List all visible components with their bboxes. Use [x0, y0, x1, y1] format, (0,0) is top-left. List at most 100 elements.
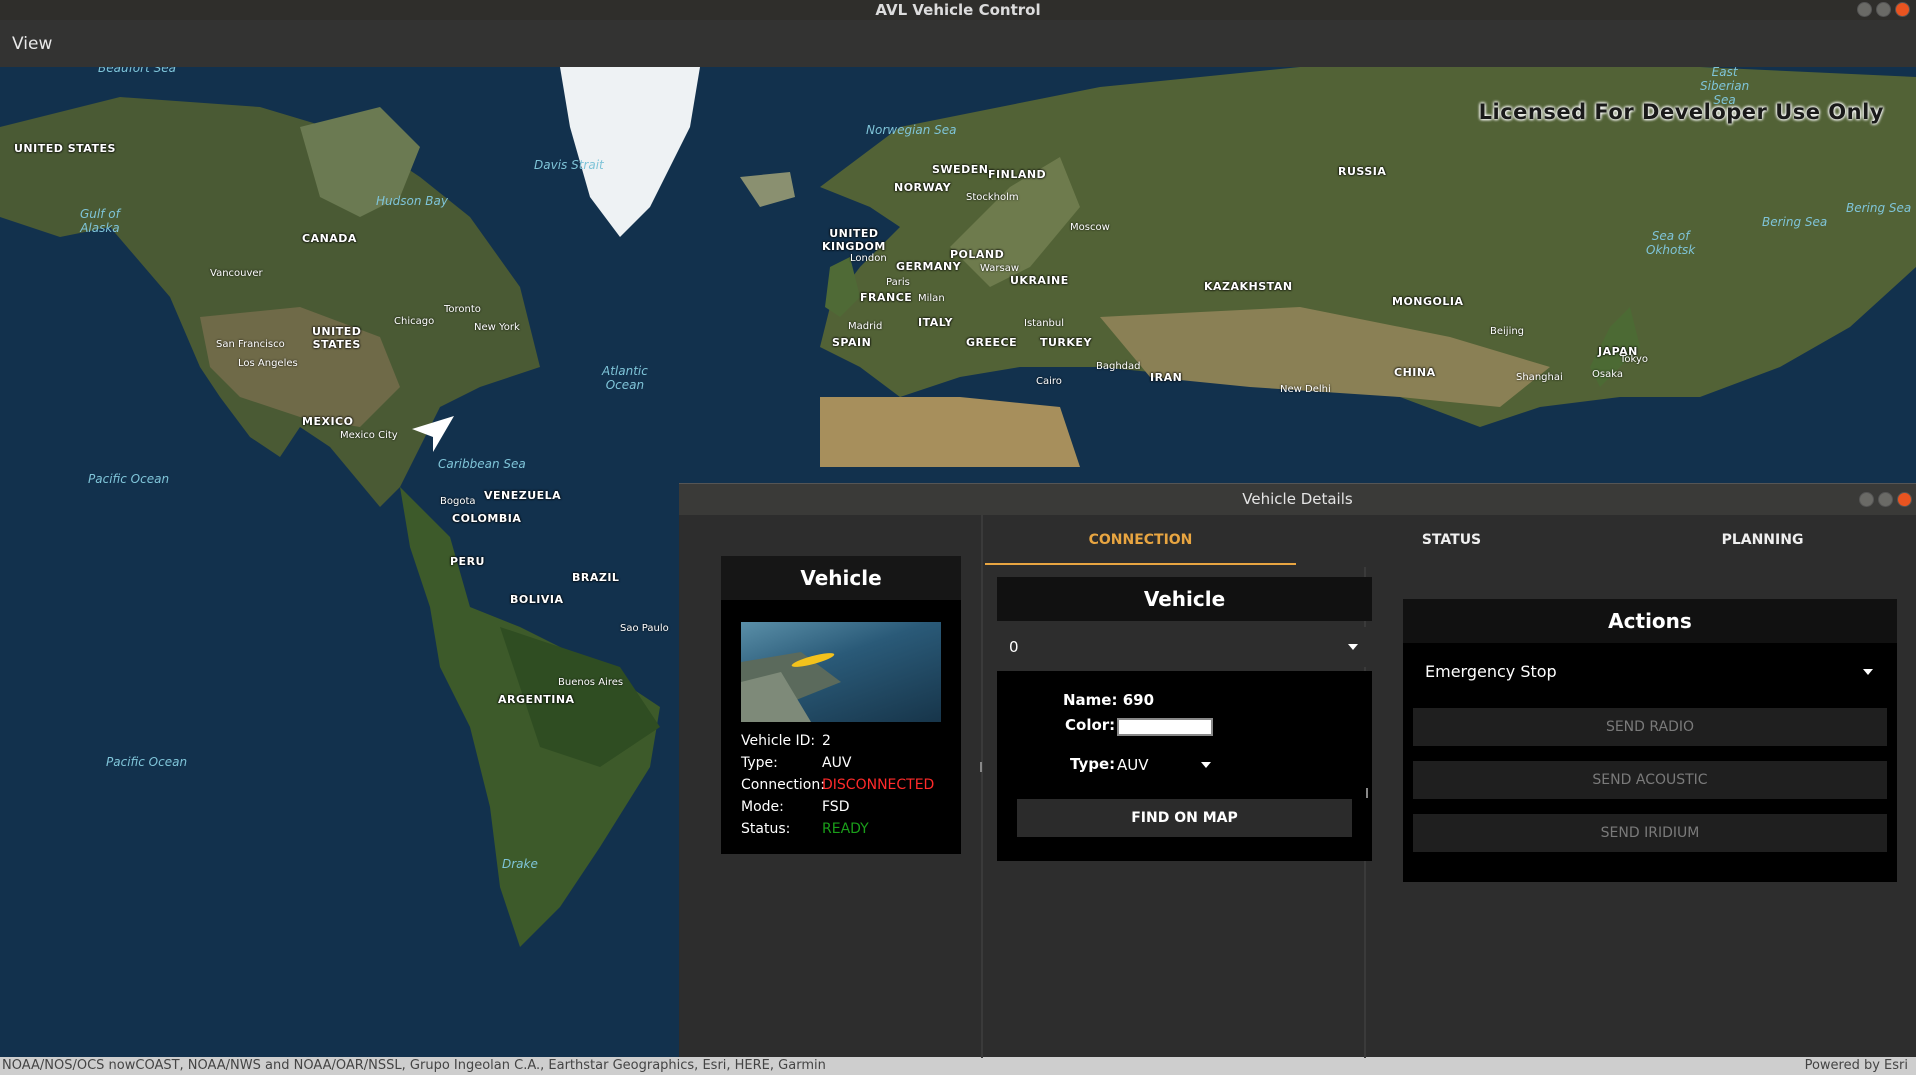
city-label: Madrid — [848, 321, 883, 332]
ocean-label: Pacific Ocean — [106, 755, 188, 769]
find-on-map-button[interactable]: FIND ON MAP — [1017, 799, 1352, 837]
country-label: MONGOLIA — [1392, 295, 1464, 308]
vehicle-photo — [741, 622, 941, 722]
color-label: Color: — [1065, 716, 1116, 734]
minimize-icon[interactable] — [1857, 2, 1872, 17]
name-row: Name: 690 — [1063, 691, 1154, 709]
ocean-label: Atlantic Ocean — [602, 364, 648, 392]
send-radio-button[interactable]: SEND RADIO — [1413, 708, 1887, 746]
vehicle-card-heading: Vehicle — [721, 556, 961, 600]
vehicle-status-row: Status: READY — [741, 818, 934, 840]
splitter-handle[interactable] — [980, 762, 982, 772]
close-icon[interactable] — [1897, 492, 1912, 507]
maximize-icon[interactable] — [1876, 2, 1891, 17]
city-label: Bogota — [440, 496, 476, 507]
close-icon[interactable] — [1895, 2, 1910, 17]
chevron-down-icon — [1863, 669, 1873, 675]
country-label: UKRAINE — [1010, 274, 1069, 287]
city-label: London — [850, 253, 887, 264]
menu-bar: View — [0, 20, 1916, 67]
tab-status[interactable]: STATUS — [1296, 515, 1607, 565]
ocean-label: Beaufort Sea — [98, 67, 176, 75]
country-label: BOLIVIA — [510, 593, 564, 606]
country-label: COLOMBIA — [452, 512, 522, 525]
country-label: NORWAY — [894, 181, 952, 194]
city-label: Baghdad — [1096, 361, 1141, 372]
city-label: Sao Paulo — [620, 623, 669, 634]
country-label: VENEZUELA — [484, 489, 562, 502]
window-titlebar: AVL Vehicle Control — [0, 0, 1916, 20]
vehicle-type-value: AUV — [822, 755, 852, 771]
country-label: UNITED STATES — [312, 325, 362, 351]
chevron-down-icon — [1201, 762, 1211, 768]
city-label: Warsaw — [980, 263, 1020, 274]
country-label: BRAZIL — [572, 571, 620, 584]
details-tabs: CONNECTION STATUS PLANNING — [985, 515, 1916, 567]
vehicle-config-card: Name: 690 Color: Type: AUV FIND ON MAP — [997, 671, 1372, 861]
country-label: TURKEY — [1040, 336, 1092, 349]
vehicle-select-value: 0 — [1009, 638, 1019, 656]
country-label: UNITED KINGDOM — [822, 227, 886, 253]
vehicle-select[interactable]: 0 — [997, 627, 1372, 667]
country-label: FINLAND — [988, 168, 1047, 181]
ocean-label: Bering Sea — [1846, 201, 1912, 215]
city-label: New Delhi — [1280, 384, 1331, 395]
vehicle-details-dialog: Vehicle Details Vehicle Vehicle ID: 2 Ty… — [679, 483, 1916, 1058]
type-label: Type: — [1070, 755, 1116, 773]
vehicle-id-value: 2 — [822, 733, 831, 749]
powered-by-link[interactable]: Powered by Esri — [1805, 1057, 1908, 1075]
ocean-label: Pacific Ocean — [88, 472, 170, 486]
type-select[interactable]: AUV — [1117, 751, 1227, 779]
country-label: UNITED STATES — [14, 142, 116, 155]
action-select[interactable]: Emergency Stop — [1413, 648, 1887, 696]
vehicle-type-label: Type: — [741, 755, 778, 771]
send-acoustic-button[interactable]: SEND ACOUSTIC — [1413, 761, 1887, 799]
country-label: ARGENTINA — [498, 693, 575, 706]
vehicle-marker-icon[interactable] — [408, 412, 458, 462]
chevron-down-icon — [1348, 644, 1358, 650]
city-label: Los Angeles — [238, 358, 298, 369]
action-select-value: Emergency Stop — [1425, 662, 1557, 681]
send-iridium-button[interactable]: SEND IRIDIUM — [1413, 814, 1887, 852]
country-label: CHINA — [1394, 366, 1436, 379]
ocean-label: Bering Sea — [1762, 215, 1828, 229]
country-label: PERU — [450, 555, 485, 568]
vehicle-status-label: Status: — [741, 821, 791, 837]
minimize-icon[interactable] — [1859, 492, 1874, 507]
vehicle-connection-row: Connection: DISCONNECTED — [741, 774, 934, 796]
menu-view[interactable]: View — [12, 34, 52, 54]
city-label: Buenos Aires — [558, 677, 624, 688]
dialog-window-controls — [1859, 492, 1912, 507]
city-label: Beijing — [1490, 326, 1525, 337]
splitter-handle[interactable] — [1366, 788, 1368, 798]
city-label: Cairo — [1036, 376, 1062, 387]
vehicle-mode-value: FSD — [822, 799, 850, 815]
ocean-label: East Siberian Sea — [1700, 67, 1750, 107]
city-label: Stockholm — [966, 192, 1019, 203]
window-controls — [1857, 2, 1910, 17]
actions-card: Actions Emergency Stop SEND RADIO SEND A… — [1403, 599, 1897, 882]
vehicle-type-row: Type: AUV — [741, 752, 934, 774]
vehicle-mode-row: Mode: FSD — [741, 796, 934, 818]
city-label: Tokyo — [1620, 354, 1648, 365]
country-label: KAZAKHSTAN — [1204, 280, 1293, 293]
ocean-label: Davis Strait — [534, 158, 604, 172]
ocean-label: Sea of Okhotsk — [1646, 229, 1696, 257]
maximize-icon[interactable] — [1878, 492, 1893, 507]
tab-planning[interactable]: PLANNING — [1607, 515, 1916, 565]
ocean-label: Gulf of Alaska — [80, 207, 120, 235]
name-label: Name: — [1063, 691, 1118, 709]
dialog-titlebar: Vehicle Details — [679, 484, 1916, 515]
ocean-label: Norwegian Sea — [866, 123, 957, 137]
color-picker[interactable] — [1117, 718, 1213, 736]
country-label: GERMANY — [896, 260, 962, 273]
vehicle-info-list: Vehicle ID: 2 Type: AUV Connection: DISC… — [741, 730, 934, 840]
country-label: SWEDEN — [932, 163, 989, 176]
country-label: SPAIN — [832, 336, 872, 349]
connection-panel: Vehicle 0 Name: 690 Color: Type: AUV FIN… — [985, 567, 1372, 1058]
vehicle-connection-label: Connection: — [741, 777, 825, 793]
window-title: AVL Vehicle Control — [875, 1, 1041, 19]
tab-connection[interactable]: CONNECTION — [985, 515, 1296, 565]
city-label: Istanbul — [1024, 318, 1065, 329]
city-label: Moscow — [1070, 222, 1110, 233]
